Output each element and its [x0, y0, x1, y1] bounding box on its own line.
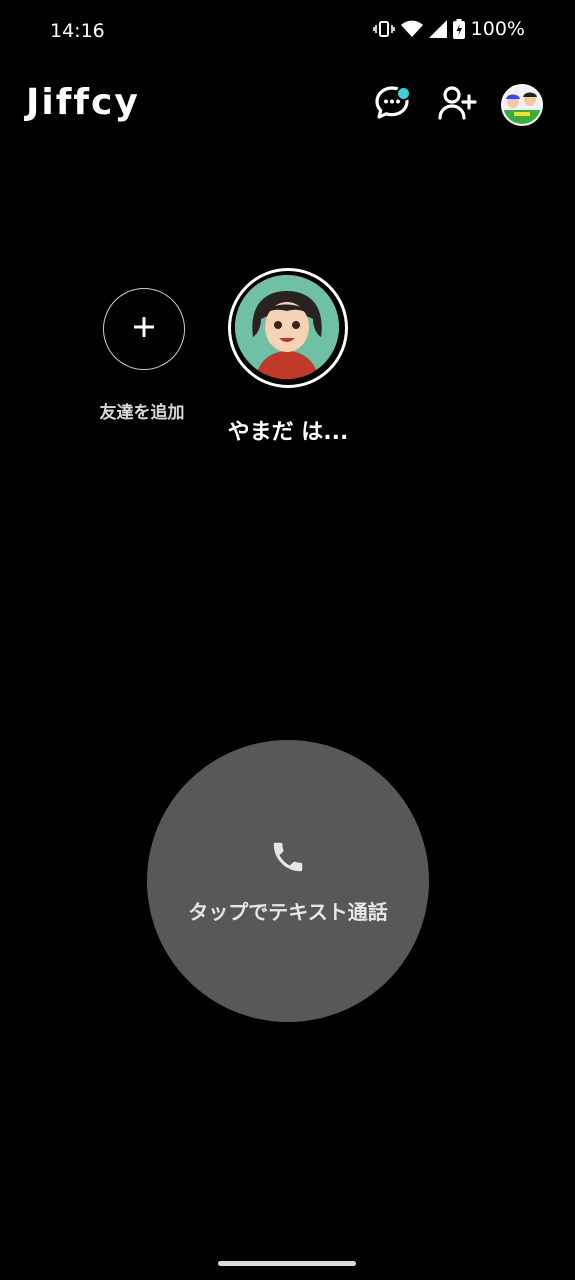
app-logo: Jiffcy — [26, 82, 140, 123]
status-icons: 100% — [372, 18, 525, 40]
chat-button[interactable] — [370, 83, 414, 127]
battery-percent: 100% — [470, 18, 525, 40]
friend-avatar — [235, 275, 339, 379]
vibrate-icon — [372, 20, 395, 38]
profile-avatar — [501, 84, 543, 126]
add-friend-icon — [437, 84, 477, 126]
friend-name: やまだ は... — [227, 420, 349, 445]
add-friend-button[interactable] — [435, 83, 479, 127]
wifi-icon — [400, 20, 423, 38]
add-friend-tile[interactable]: 友達を追加 — [98, 288, 190, 423]
notification-dot — [396, 86, 411, 101]
friend-avatar-ring[interactable] — [228, 268, 348, 388]
app-header: Jiffcy — [0, 80, 575, 136]
phone-icon — [269, 838, 307, 880]
text-call-button[interactable]: タップでテキスト通話 — [147, 740, 429, 1022]
status-time: 14:16 — [50, 20, 105, 42]
plus-icon — [132, 315, 156, 343]
home-indicator[interactable] — [218, 1261, 356, 1266]
friend-tile[interactable]: やまだ は... — [220, 268, 356, 446]
add-friend-label: 友達を追加 — [99, 403, 185, 423]
status-bar: 14:16 100% — [0, 0, 575, 64]
profile-avatar-button[interactable] — [500, 83, 544, 127]
add-friend-circle[interactable] — [103, 288, 185, 370]
battery-icon — [452, 19, 465, 39]
call-label: タップでテキスト通話 — [188, 900, 388, 924]
signal-icon — [428, 20, 447, 38]
